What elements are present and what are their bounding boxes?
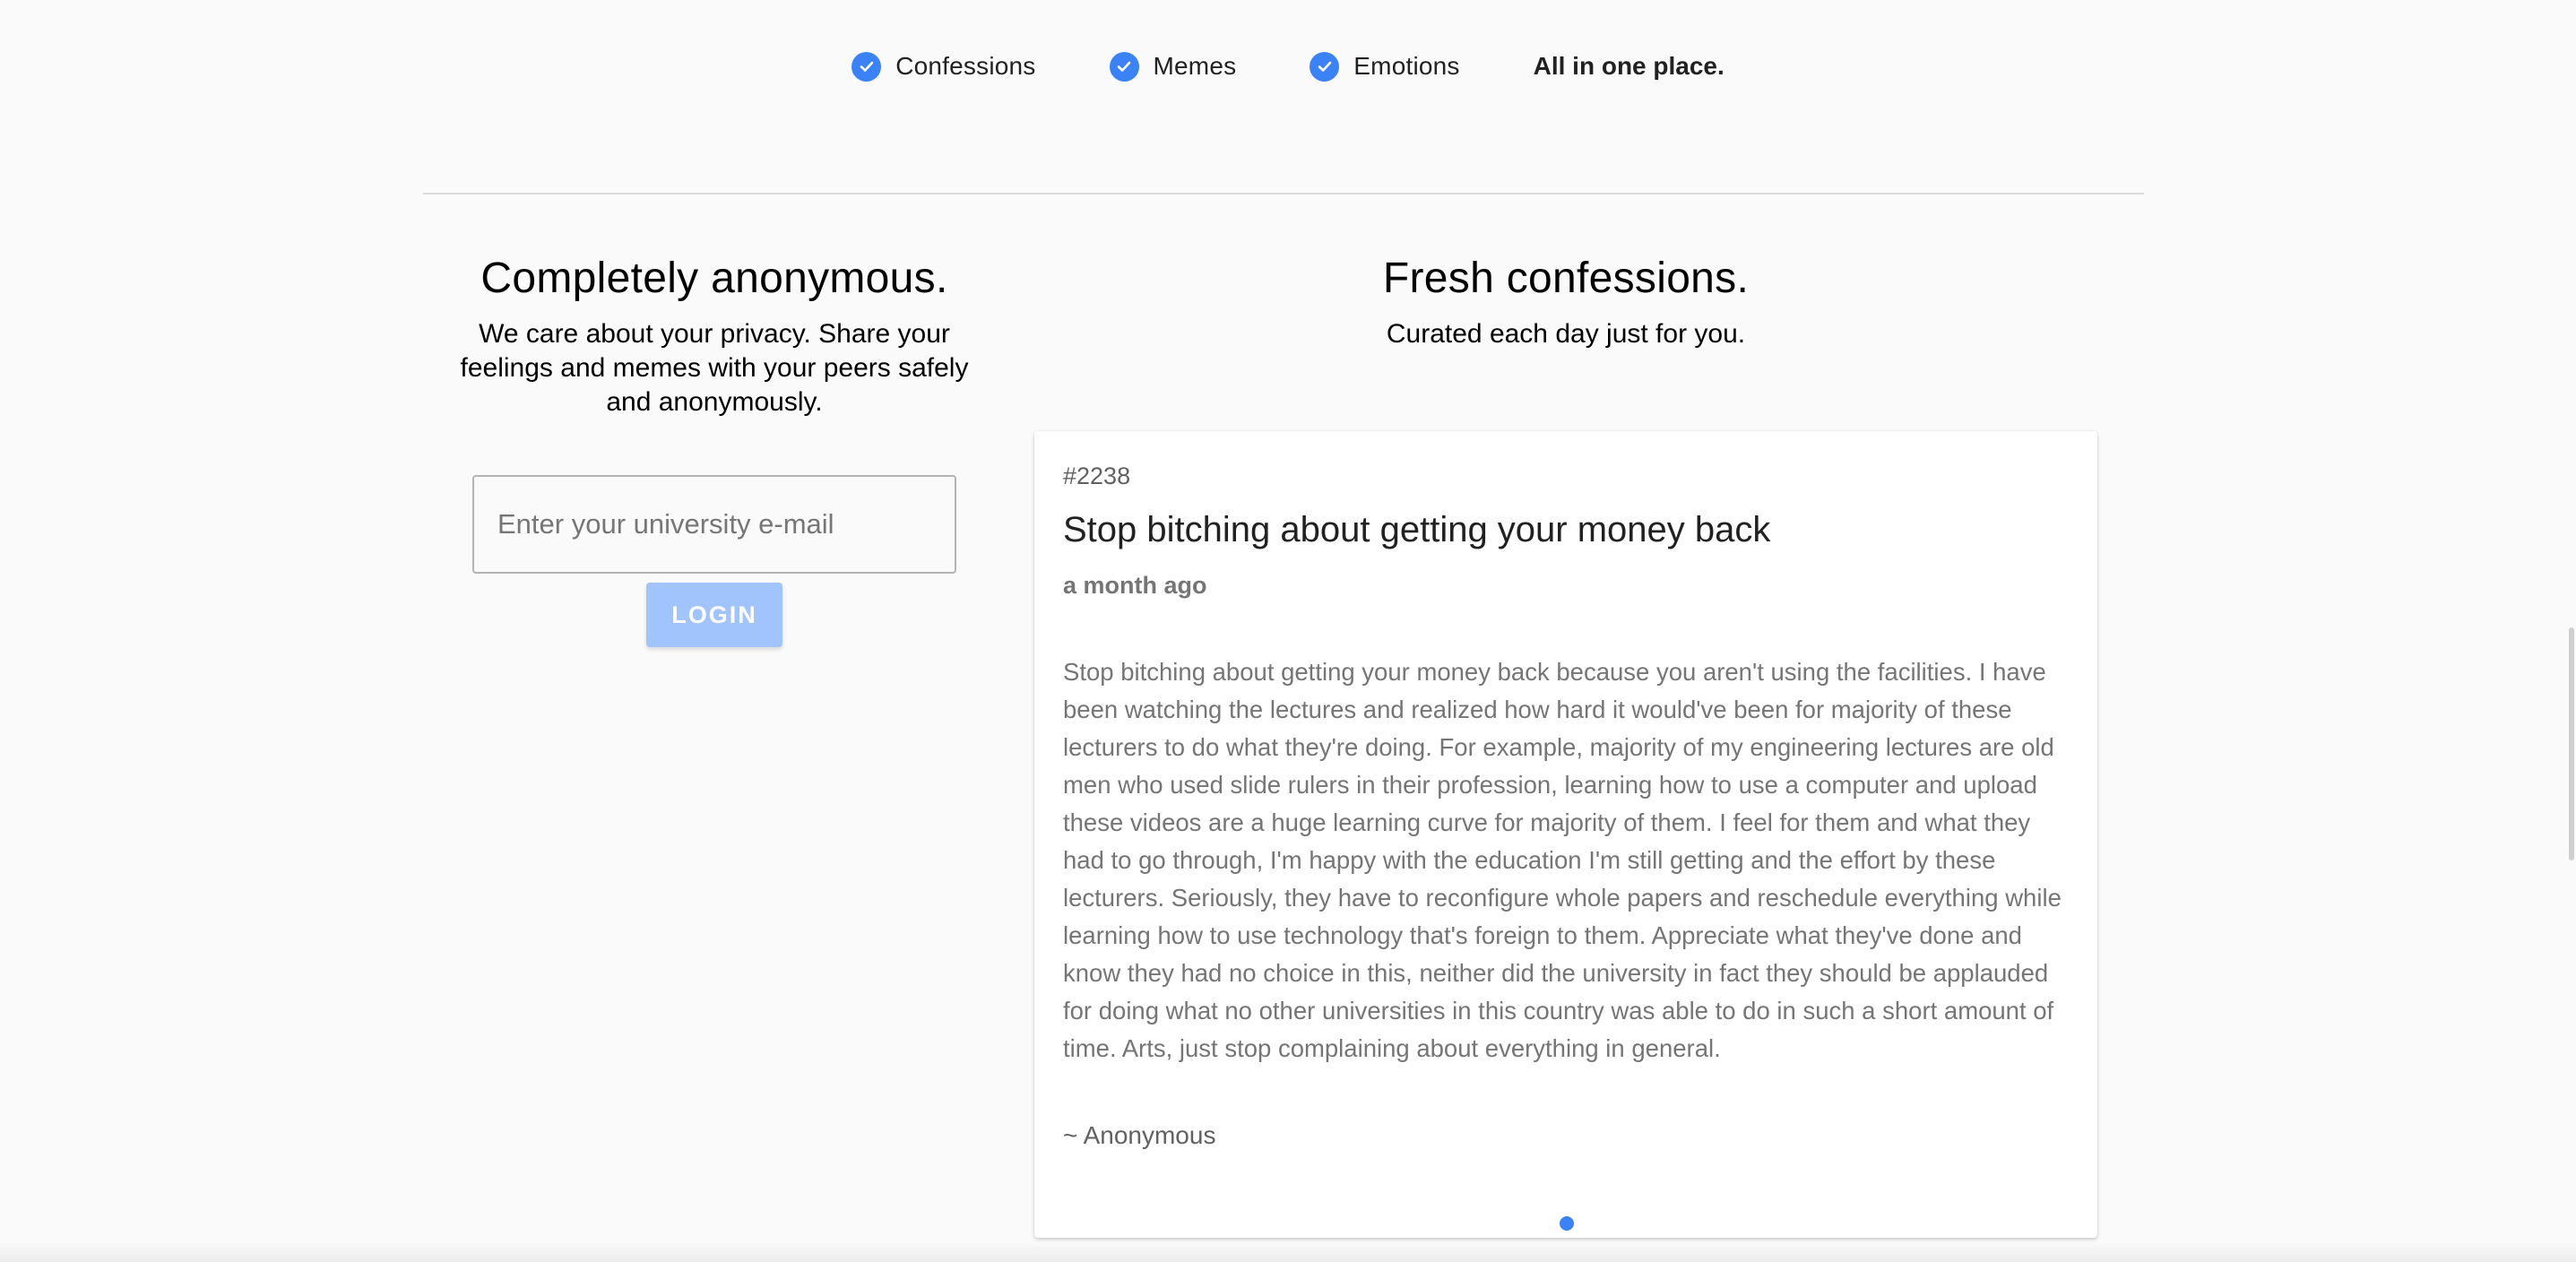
feature-tagline: All in one place.	[1534, 52, 1725, 81]
confession-author: ~ Anonymous	[1063, 1121, 1216, 1149]
feature-memes: Memes	[1109, 51, 1237, 82]
confessions-header: Fresh confessions. Curated each day just…	[1034, 249, 2097, 351]
feature-list: Confessions Memes Emotions All in one pl…	[0, 47, 2576, 86]
login-button[interactable]: LOGIN	[646, 583, 782, 647]
login-section: Completely anonymous. We care about your…	[445, 249, 983, 647]
check-circle-icon	[1310, 51, 1340, 82]
carousel-dot-active[interactable]	[1560, 1216, 1574, 1231]
tagline-text: All in one place.	[1533, 52, 1725, 80]
check-circle-icon	[1109, 51, 1139, 82]
login-section-subtitle: We care about your privacy. Share your f…	[460, 319, 969, 417]
page-scrollbar[interactable]	[2562, 0, 2576, 1262]
section-divider	[423, 193, 2144, 194]
confession-body: Stop bitching about getting your money b…	[1063, 658, 2062, 1062]
feature-label-memes: Memes	[1153, 52, 1237, 80]
feature-label-emotions: Emotions	[1353, 52, 1460, 80]
bottom-shadow	[0, 1242, 2576, 1262]
scrollbar-thumb[interactable]	[2569, 627, 2574, 860]
confession-number: #2238	[1063, 462, 1131, 489]
confessions-section-subtitle: Curated each day just for you.	[1386, 319, 1746, 349]
feature-emotions: Emotions	[1310, 51, 1460, 82]
feature-confessions: Confessions	[851, 51, 1036, 82]
university-email-input[interactable]	[472, 475, 956, 574]
confession-card: #2238 Stop bitching about getting your m…	[1034, 431, 2097, 1238]
feature-label-confessions: Confessions	[895, 52, 1036, 80]
login-section-title: Completely anonymous.	[480, 255, 948, 302]
check-circle-icon	[851, 51, 882, 82]
confession-title: Stop bitching about getting your money b…	[1063, 510, 1771, 549]
confessions-section-title: Fresh confessions.	[1382, 255, 1750, 302]
confession-timestamp: a month ago	[1063, 572, 1207, 599]
